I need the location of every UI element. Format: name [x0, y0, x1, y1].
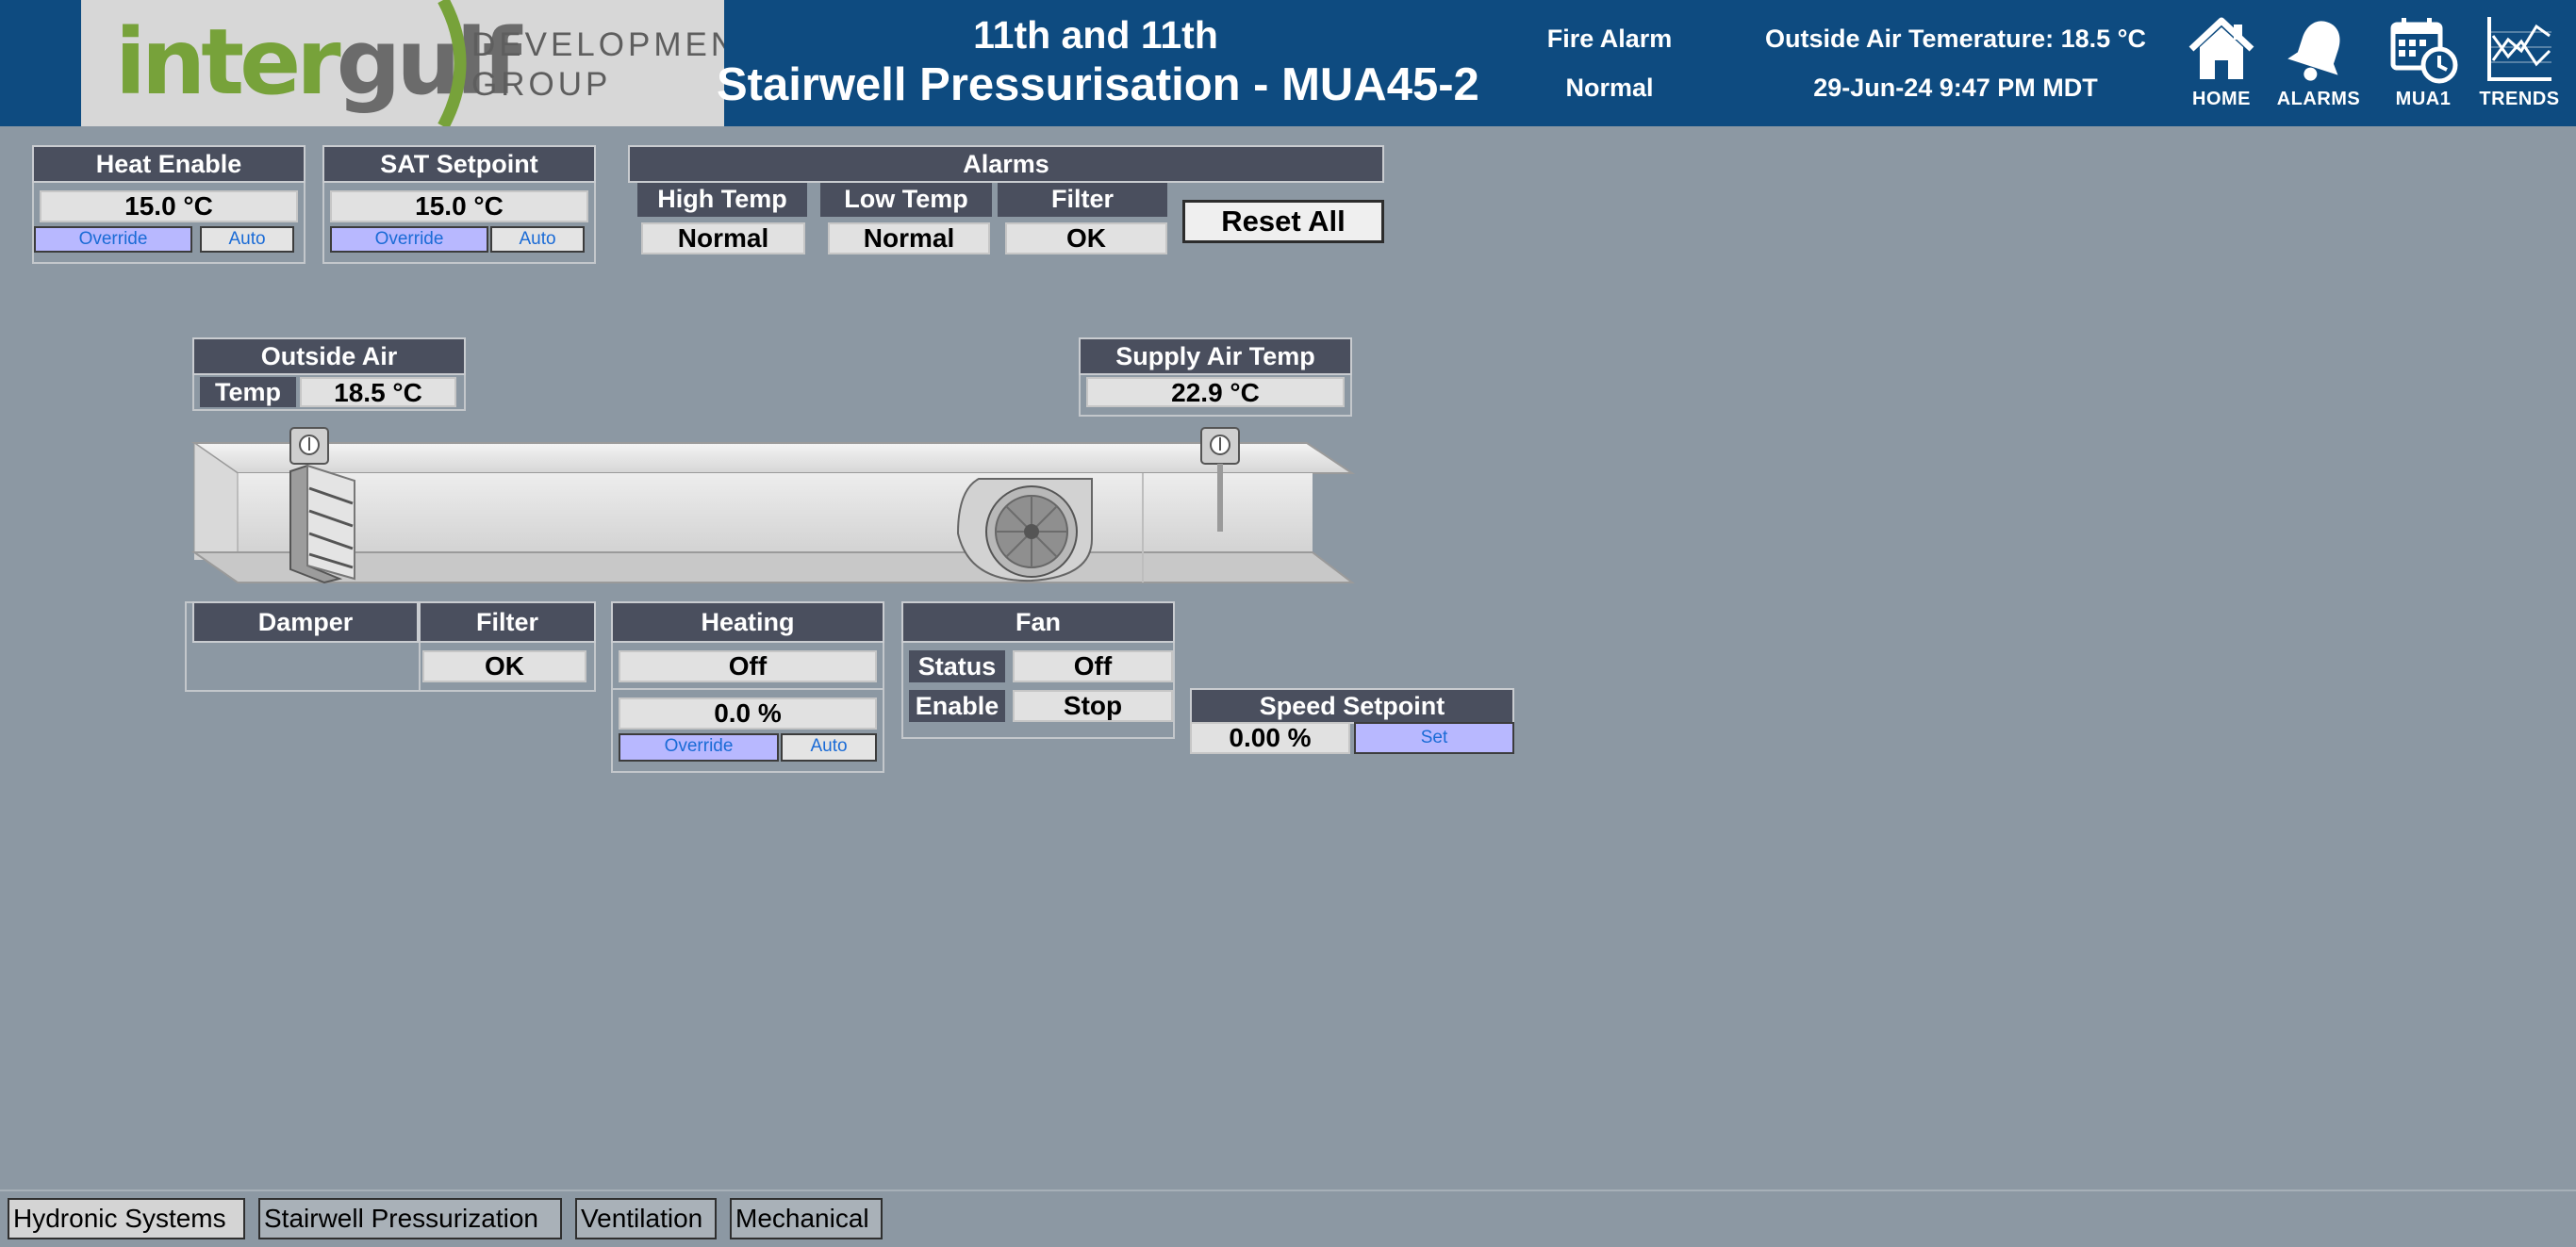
panel-divider: [419, 643, 421, 692]
sat-setpoint-title: SAT Setpoint: [322, 145, 596, 183]
nav-home-button[interactable]: HOME: [2169, 9, 2274, 119]
sat-setpoint-auto-button[interactable]: Auto: [490, 226, 585, 253]
fan-enable-label: Enable: [909, 690, 1005, 722]
logo-subtitle-line1: DEVELOPMENT: [471, 26, 724, 63]
heat-enable-setpoint-value[interactable]: 15.0 °C: [40, 190, 298, 222]
heating-auto-button[interactable]: Auto: [781, 733, 877, 762]
nav-mua1-schedule-button[interactable]: MUA1: [2370, 9, 2476, 119]
trend-chart-icon: [2487, 17, 2551, 81]
fire-alarm-status: Normal: [1565, 74, 1654, 102]
damper-title: Damper: [192, 601, 419, 643]
alarms-title: Alarms: [628, 145, 1384, 183]
fan-title: Fan: [901, 601, 1175, 643]
speed-setpoint-title: Speed Setpoint: [1190, 688, 1514, 724]
tab-hydronic-systems[interactable]: Hydronic Systems: [8, 1198, 245, 1239]
header-datetime: 29-Jun-24 9:47 PM MDT: [1813, 74, 2098, 102]
supply-air-temp-sensor-icon: [1200, 427, 1240, 532]
heating-status: Off: [619, 650, 877, 682]
heating-output-value[interactable]: 0.0 %: [619, 697, 877, 730]
panel-divider: [611, 688, 884, 690]
filter-title: Filter: [419, 601, 596, 643]
tab-stairwell-pressurization[interactable]: Stairwell Pressurization: [258, 1198, 562, 1239]
alarm-low-temp-status: Normal: [828, 222, 990, 254]
supply-air-temp-title: Supply Air Temp: [1079, 337, 1352, 375]
nav-alarms-button[interactable]: ALARMS: [2266, 9, 2371, 119]
damper-icon: [289, 464, 355, 584]
bell-icon: [2287, 21, 2340, 81]
tab-mechanical[interactable]: Mechanical: [730, 1198, 883, 1239]
outside-air-temp-value: 18.5 °C: [300, 377, 456, 407]
alarm-low-temp-label: Low Temp: [820, 183, 992, 217]
speed-setpoint-value: 0.00 %: [1190, 722, 1350, 754]
intergulf-logo: intergulf DEVELOPMENT GROUP: [81, 0, 724, 126]
alarm-filter-label: Filter: [998, 183, 1167, 217]
calendar-clock-icon: [2390, 18, 2458, 84]
heat-enable-auto-button[interactable]: Auto: [200, 226, 294, 253]
heating-override-button[interactable]: Override: [619, 733, 779, 762]
filter-status: OK: [422, 650, 586, 682]
supply-air-temp-value: 22.9 °C: [1086, 377, 1345, 407]
alarm-high-temp-status: Normal: [641, 222, 805, 254]
outside-air-temp-label: Temp: [200, 377, 296, 407]
heat-enable-title: Heat Enable: [32, 145, 305, 183]
speed-setpoint-set-button[interactable]: Set: [1354, 722, 1514, 754]
sat-setpoint-override-button[interactable]: Override: [330, 226, 488, 253]
outside-air-temperature-readout: Outside Air Temerature: 18.5 °C: [1765, 25, 2146, 53]
nav-trends-button[interactable]: TRENDS: [2467, 9, 2572, 119]
alarm-filter-status: OK: [1005, 222, 1167, 254]
fan-enable-value: Stop: [1013, 690, 1173, 722]
alarm-high-temp-label: High Temp: [637, 183, 807, 217]
home-icon: [2188, 17, 2254, 79]
heating-title: Heating: [611, 601, 884, 643]
outside-air-title: Outside Air: [192, 337, 466, 375]
heat-enable-override-button[interactable]: Override: [34, 226, 192, 253]
logo-subtitle-line2: GROUP: [471, 66, 612, 103]
tab-ventilation[interactable]: Ventilation: [575, 1198, 717, 1239]
fan-status-label: Status: [909, 650, 1005, 682]
system-name: Stairwell Pressurisation - MUA45-2: [717, 59, 1479, 110]
page-title-block: 11th and 11th Stairwell Pressurisation -…: [717, 0, 1499, 126]
fan-status-value: Off: [1013, 650, 1173, 682]
outside-air-temp-sensor-icon: [289, 427, 329, 465]
site-name: 11th and 11th: [973, 13, 1218, 57]
sat-setpoint-value[interactable]: 15.0 °C: [330, 190, 588, 222]
reset-all-alarms-button[interactable]: Reset All: [1182, 200, 1384, 243]
supply-fan-icon: [956, 478, 1093, 582]
fire-alarm-label: Fire Alarm: [1546, 25, 1673, 53]
